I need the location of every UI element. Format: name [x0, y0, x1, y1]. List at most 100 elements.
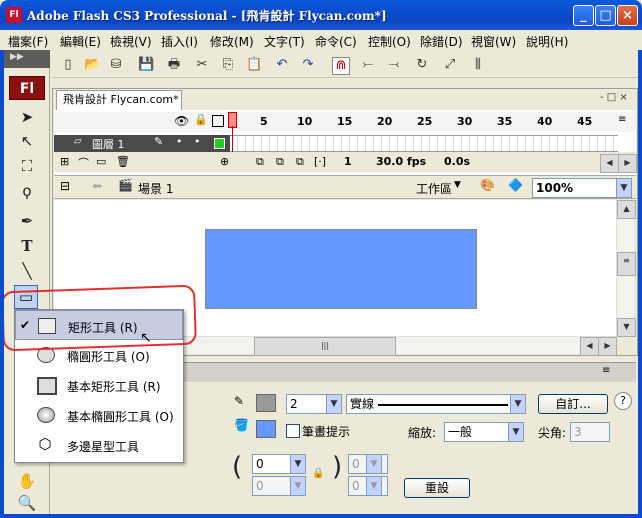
custom-button[interactable]: 自訂...: [538, 394, 608, 414]
menu-view[interactable]: 檢視(V): [110, 33, 152, 50]
align-icon[interactable]: ⫼: [470, 57, 486, 73]
flash-app-icon[interactable]: Fl: [6, 7, 22, 23]
flyout-item-polystar[interactable]: ⬡ 多邊星型工具: [15, 430, 183, 460]
menu-file[interactable]: 檔案(F): [8, 33, 48, 50]
open-folder-icon[interactable]: 📂: [84, 57, 100, 73]
scale-icon[interactable]: ⤢: [442, 57, 458, 73]
menu-window[interactable]: 視窗(W): [471, 33, 516, 50]
menu-control[interactable]: 控制(O): [368, 33, 411, 50]
onion-skin-icon[interactable]: ⧉: [256, 155, 264, 169]
new-file-icon[interactable]: ▯: [60, 57, 76, 73]
minimize-button[interactable]: _: [573, 5, 594, 26]
menu-debug[interactable]: 除錯(D): [420, 33, 463, 50]
expand-icon[interactable]: ▶▶: [10, 52, 24, 62]
menu-modify[interactable]: 修改(M): [210, 33, 254, 50]
stage-rectangle[interactable]: [205, 229, 477, 309]
straighten-icon[interactable]: ⤙: [386, 57, 402, 73]
stroke-style-dropdown-icon[interactable]: ▼: [510, 394, 526, 414]
edit-frames-icon[interactable]: ⧉: [296, 155, 304, 169]
snap-magnet-icon[interactable]: ⋒: [332, 57, 350, 75]
smooth-icon[interactable]: ⤚: [360, 57, 376, 73]
tools-grip[interactable]: ▶▶: [4, 50, 50, 68]
flyout-item-primitive-rectangle[interactable]: 基本矩形工具 (R): [15, 370, 183, 400]
free-transform-icon[interactable]: ⛶: [16, 155, 38, 177]
edit-symbols-icon[interactable]: 🎨: [480, 178, 495, 192]
edit-scene-icon[interactable]: 🔷: [508, 178, 523, 192]
menu-edit[interactable]: 編輯(E): [60, 33, 101, 50]
corner-radius-dropdown-4-icon[interactable]: ▼: [366, 476, 382, 496]
fill-color-swatch[interactable]: [256, 420, 276, 438]
line-icon[interactable]: ╲: [16, 260, 38, 282]
layer-outline-color[interactable]: [214, 138, 225, 149]
scroll-thumb[interactable]: ≡: [617, 252, 636, 276]
stroke-width-dropdown-icon[interactable]: ▼: [326, 394, 342, 414]
lock-corners-icon[interactable]: 🔒: [312, 468, 324, 479]
lock-icon[interactable]: 🔒: [194, 113, 208, 126]
maximize-button[interactable]: □: [595, 5, 616, 26]
workspace-arrow-icon[interactable]: ▼: [454, 180, 461, 190]
vertical-scrollbar[interactable]: ▲ ≡ ▼: [616, 200, 636, 337]
save-icon[interactable]: 💾: [138, 57, 154, 73]
outline-icon[interactable]: [212, 115, 224, 127]
menu-commands[interactable]: 命令(C): [315, 33, 357, 50]
layer-name[interactable]: 圖層 1: [92, 136, 125, 152]
lock-dot[interactable]: •: [194, 135, 201, 148]
menu-insert[interactable]: 插入(I): [161, 33, 198, 50]
layer-row[interactable]: ▱ 圖層 1 ✎ • •: [54, 135, 230, 152]
center-frame-icon[interactable]: ⊕: [220, 155, 229, 168]
onion-outline-icon[interactable]: ⧉: [276, 155, 284, 169]
cut-icon[interactable]: ✂: [194, 57, 210, 73]
hscroll-thumb[interactable]: |||: [254, 337, 396, 356]
zoom-icon[interactable]: 🔍: [16, 492, 38, 514]
pen-icon[interactable]: ✒: [16, 210, 38, 232]
visible-dot[interactable]: •: [176, 135, 183, 148]
arrow-icon[interactable]: ➤: [16, 106, 38, 128]
corner-radius-dropdown-3-icon[interactable]: ▼: [290, 476, 306, 496]
reset-button[interactable]: 重設: [404, 478, 470, 498]
scroll-left-icon[interactable]: ◀: [580, 337, 599, 356]
zoom-dropdown-icon[interactable]: ▼: [616, 178, 632, 198]
undo-icon[interactable]: ↶: [274, 57, 290, 73]
corner-radius-field-3[interactable]: 0: [252, 476, 292, 496]
text-icon[interactable]: T: [16, 235, 38, 257]
timeline-scroll-right[interactable]: ▶: [618, 154, 637, 173]
stroke-style-select[interactable]: 實線: [346, 394, 512, 414]
stroke-color-swatch[interactable]: [256, 394, 276, 412]
eye-icon[interactable]: 👁: [174, 114, 189, 128]
scroll-down-icon[interactable]: ▼: [617, 318, 636, 337]
new-guide-icon[interactable]: ⌒: [78, 155, 89, 171]
layer-frames[interactable]: [230, 135, 618, 152]
timeline-menu-icon[interactable]: ≡: [618, 114, 626, 125]
scroll-up-icon[interactable]: ▲: [617, 200, 636, 219]
subselect-icon[interactable]: ↖: [16, 130, 38, 152]
corner-radius-field[interactable]: 0: [252, 454, 292, 474]
corner-radius-dropdown-icon[interactable]: ▼: [290, 454, 306, 474]
menu-help[interactable]: 說明(H): [526, 33, 568, 50]
flyout-item-primitive-oval[interactable]: 基本橢圓形工具 (O): [15, 400, 183, 430]
panel-menu-icon[interactable]: ≡: [602, 365, 610, 376]
delete-layer-icon[interactable]: 🗑: [116, 155, 130, 168]
timeline-scroll-left[interactable]: ◀: [600, 154, 619, 173]
menu-text[interactable]: 文字(T): [264, 33, 305, 50]
open-bridge-icon[interactable]: ⛁: [108, 57, 124, 73]
timeline-toggle-icon[interactable]: ⊟: [60, 179, 70, 193]
document-window-controls[interactable]: - □ ×: [600, 92, 628, 103]
hinting-checkbox[interactable]: [286, 424, 300, 438]
new-layer-icon[interactable]: ⊞: [60, 155, 69, 168]
close-button[interactable]: ×: [617, 5, 638, 26]
rotate-icon[interactable]: ↻: [414, 57, 430, 73]
scale-dropdown-icon[interactable]: ▼: [508, 422, 524, 442]
paste-icon[interactable]: 📋: [246, 57, 262, 73]
miter-field[interactable]: 3: [570, 422, 610, 442]
help-icon[interactable]: ?: [614, 392, 632, 410]
corner-radius-dropdown-2-icon[interactable]: ▼: [366, 454, 382, 474]
redo-icon[interactable]: ↷: [300, 57, 316, 73]
document-tab[interactable]: 飛肯設計 Flycan.com*: [56, 90, 182, 110]
scene-label[interactable]: 場景 1: [138, 180, 173, 197]
stroke-width-field[interactable]: 2: [286, 394, 328, 414]
print-icon[interactable]: 🖶: [166, 57, 182, 73]
workspace-dropdown[interactable]: 工作區: [416, 180, 452, 197]
back-arrow-icon[interactable]: ⬅: [92, 179, 102, 193]
hand-icon[interactable]: ✋: [16, 470, 38, 492]
onion-markers-icon[interactable]: [·]: [314, 155, 326, 168]
